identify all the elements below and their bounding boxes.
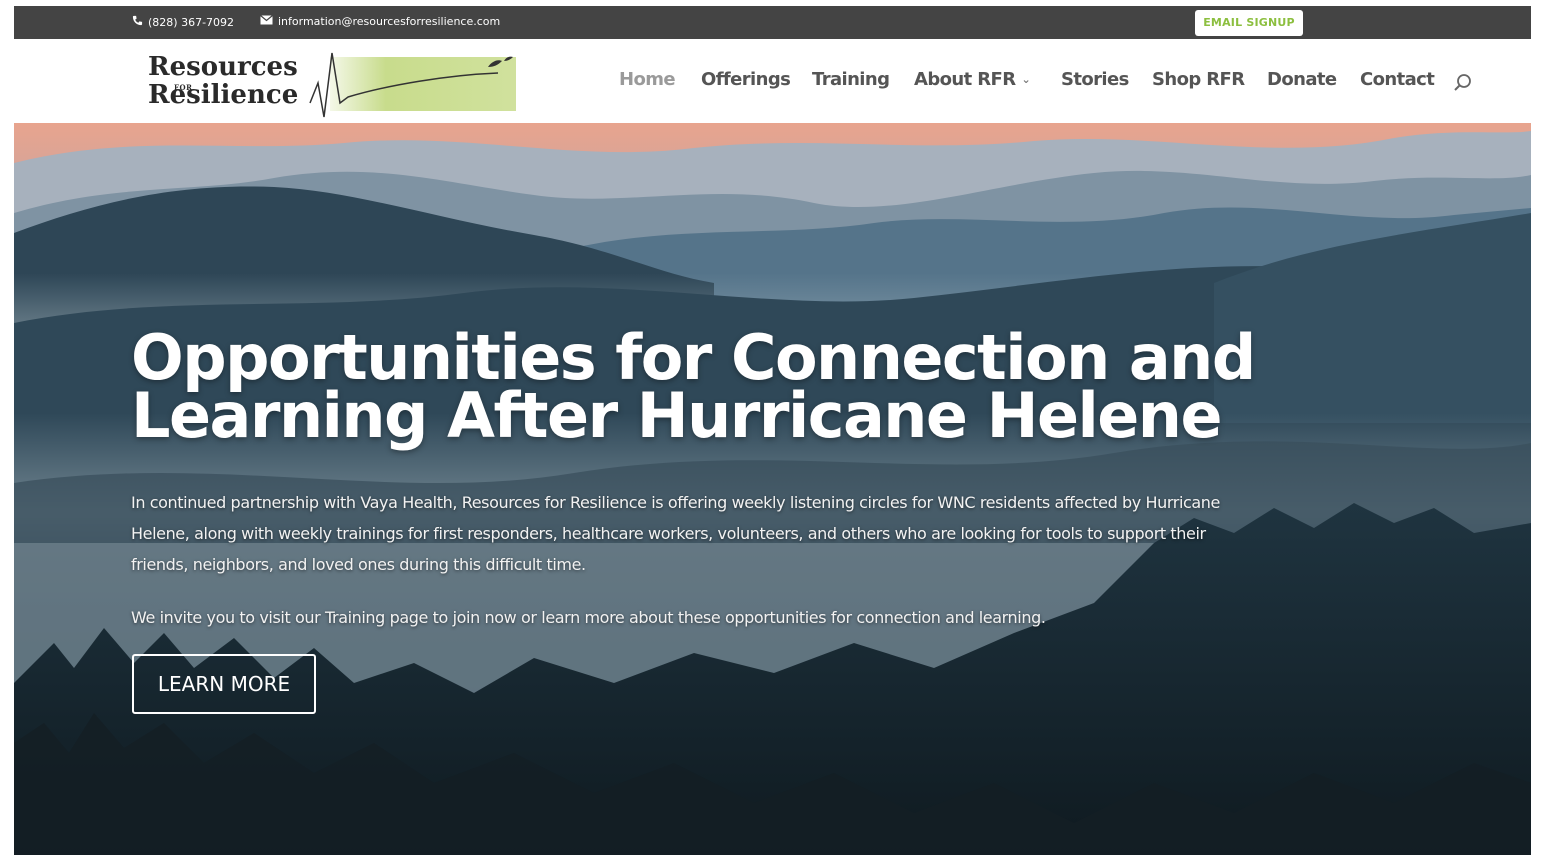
nav-home[interactable]: Home <box>619 69 676 90</box>
learn-more-button[interactable]: LEARN MORE <box>132 654 316 714</box>
phone-icon <box>132 15 143 30</box>
logo-mark-icon <box>309 52 516 118</box>
nav-contact[interactable]: Contact <box>1360 69 1435 90</box>
email-contact[interactable]: information@resourcesforresilience.com <box>260 15 500 29</box>
mail-icon <box>260 15 273 29</box>
nav-stories[interactable]: Stories <box>1061 69 1129 90</box>
search-icon[interactable] <box>1452 72 1474 94</box>
site-header: Resources Resilience FOR Home Offerings … <box>14 39 1531 123</box>
email-address: information@resourcesforresilience.com <box>278 15 501 28</box>
nav-about-label: About RFR <box>914 69 1016 90</box>
site-logo[interactable]: Resources Resilience FOR <box>148 45 518 121</box>
logo-for: FOR <box>174 83 193 92</box>
hero-paragraph-1: In continued partnership with Vaya Healt… <box>131 493 1220 574</box>
nav-training[interactable]: Training <box>812 69 890 90</box>
page: (828) 367-7092 information@resourcesforr… <box>14 6 1531 855</box>
nav-donate[interactable]: Donate <box>1267 69 1337 90</box>
chevron-down-icon: ⌄ <box>1021 73 1031 86</box>
email-signup-button[interactable]: EMAIL SIGNUP <box>1195 10 1303 36</box>
phone-number: (828) 367-7092 <box>148 15 235 29</box>
phone-contact[interactable]: (828) 367-7092 <box>132 15 234 30</box>
logo-line2: Resilience <box>148 80 299 110</box>
hero-paragraph-2: We invite you to visit our Training page… <box>131 608 1046 627</box>
nav-offerings[interactable]: Offerings <box>701 69 791 90</box>
top-bar: (828) 367-7092 information@resourcesforr… <box>14 6 1531 39</box>
logo-line1: Resources <box>148 52 298 82</box>
hero-section: Opportunities for Connection and Learnin… <box>14 123 1531 855</box>
logo-wordmark: Resources Resilience <box>148 53 298 109</box>
nav-about-rfr[interactable]: About RFR ⌄ <box>914 69 1031 90</box>
hero-headline: Opportunities for Connection and Learnin… <box>131 321 1256 452</box>
nav-shop-rfr[interactable]: Shop RFR <box>1152 69 1245 90</box>
